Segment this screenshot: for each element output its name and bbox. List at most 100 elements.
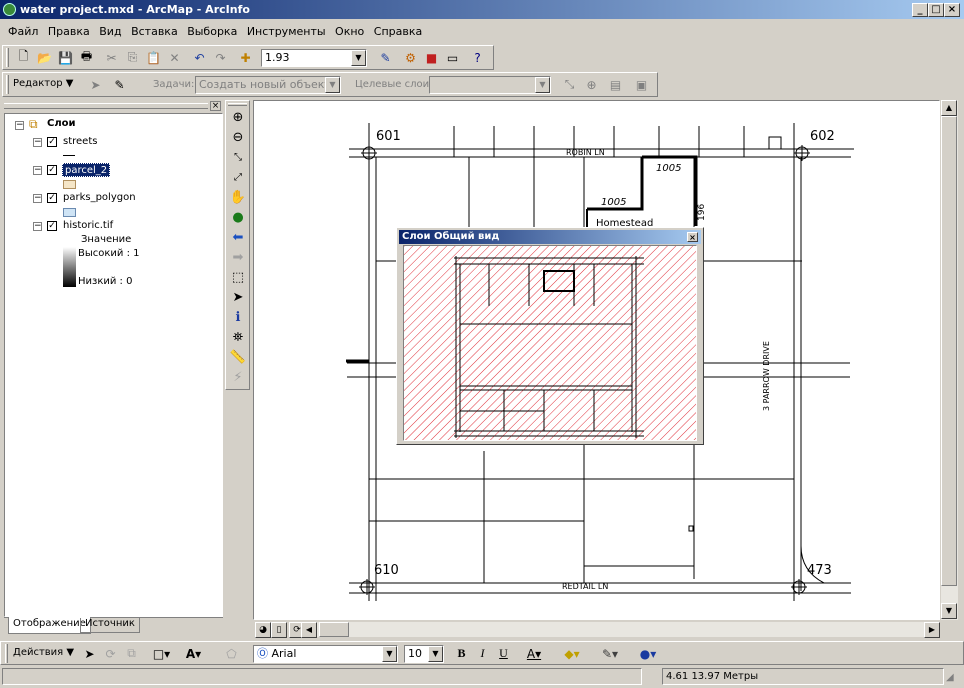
- line-symbol[interactable]: [63, 155, 75, 156]
- layer-checkbox-streets[interactable]: ✓: [47, 137, 57, 147]
- fill-color-icon[interactable]: ◆▾: [557, 643, 587, 664]
- close-icon[interactable]: ×: [687, 232, 698, 242]
- overview-map[interactable]: [403, 245, 697, 441]
- fixed-zoom-in-icon[interactable]: ⤡: [227, 147, 249, 167]
- map-horizontal-scrollbar[interactable]: ◀ ▶: [301, 622, 940, 638]
- zoom-selected-icon[interactable]: ⧉: [121, 643, 142, 664]
- select-elements-arrow-icon[interactable]: ➤: [227, 287, 249, 307]
- scroll-down-icon[interactable]: ▼: [941, 603, 957, 619]
- split-tool-icon[interactable]: ⤡: [559, 74, 580, 95]
- chevron-down-icon[interactable]: ▼: [351, 50, 366, 66]
- delete-icon[interactable]: ✕: [164, 47, 185, 68]
- actions-menu-button[interactable]: Действия ▼: [13, 647, 74, 658]
- marker-color-icon[interactable]: ●▾: [633, 643, 663, 664]
- forward-arrow-icon[interactable]: ➡: [227, 247, 249, 267]
- task-combo[interactable]: Создать новый объект ▼: [195, 76, 341, 94]
- data-view-icon[interactable]: ◕: [255, 622, 271, 638]
- menu-tools[interactable]: Инструменты: [247, 25, 326, 38]
- scroll-thumb[interactable]: [319, 622, 349, 637]
- menu-window[interactable]: Окно: [335, 25, 364, 38]
- toc-grip[interactable]: [4, 103, 208, 109]
- resize-grip-icon[interactable]: ◢: [946, 672, 960, 686]
- arccatalog-icon[interactable]: ⚙: [400, 47, 421, 68]
- font-size-combo[interactable]: 10 ▼: [404, 645, 444, 663]
- attributes-icon[interactable]: ▤: [605, 74, 626, 95]
- edit-vertices-icon[interactable]: ⬠: [221, 643, 242, 664]
- layer-name-streets[interactable]: streets: [63, 135, 97, 149]
- editor-menu-button[interactable]: Редактор ▼: [13, 78, 73, 89]
- pan-hand-icon[interactable]: ✋: [227, 187, 249, 207]
- italic-button[interactable]: I: [472, 643, 493, 664]
- maximize-button[interactable]: □: [928, 3, 944, 17]
- copy-icon[interactable]: ⎘: [122, 47, 143, 68]
- measure-ruler-icon[interactable]: 📏: [227, 347, 249, 367]
- identify-info-icon[interactable]: ℹ: [227, 307, 249, 327]
- arctoolbox-icon[interactable]: ■: [421, 47, 442, 68]
- collapse-icon[interactable]: −: [33, 138, 42, 147]
- collapse-icon[interactable]: −: [15, 121, 24, 130]
- scroll-right-icon[interactable]: ▶: [924, 622, 940, 638]
- toolbar-grip[interactable]: [228, 103, 247, 106]
- sketch-properties-icon[interactable]: ▣: [631, 74, 652, 95]
- select-features-icon[interactable]: ⬚: [227, 267, 249, 287]
- collapse-icon[interactable]: −: [33, 222, 42, 231]
- target-layer-combo[interactable]: ▼: [429, 76, 551, 94]
- zoom-in-icon[interactable]: ⊕: [227, 107, 249, 127]
- font-color-icon[interactable]: A▾: [519, 643, 549, 664]
- tab-display[interactable]: Отображение: [8, 617, 91, 634]
- toolbar-grip[interactable]: [6, 48, 9, 67]
- scroll-left-icon[interactable]: ◀: [301, 622, 317, 638]
- rectangle-tool-icon[interactable]: □▾: [151, 643, 172, 664]
- editor-toolbar-icon[interactable]: ✎: [375, 47, 396, 68]
- line-color-icon[interactable]: ✎▾: [595, 643, 625, 664]
- menu-selection[interactable]: Выборка: [187, 25, 237, 38]
- bold-button[interactable]: B: [451, 643, 472, 664]
- layer-checkbox-parcel[interactable]: ✓: [47, 165, 57, 175]
- tab-source[interactable]: Источник: [80, 618, 140, 633]
- undo-icon[interactable]: ↶: [189, 47, 210, 68]
- close-button[interactable]: ×: [944, 3, 960, 17]
- layer-name-parcel[interactable]: parcel_2: [62, 163, 111, 177]
- underline-button[interactable]: U: [493, 643, 514, 664]
- layer-name-historic[interactable]: historic.tif: [63, 219, 113, 233]
- new-doc-icon[interactable]: 🗋: [13, 47, 34, 68]
- scroll-thumb[interactable]: [941, 116, 957, 586]
- polygon-symbol[interactable]: [63, 208, 76, 217]
- find-binoculars-icon[interactable]: ⛯: [227, 327, 249, 347]
- collapse-icon[interactable]: −: [33, 194, 42, 203]
- layer-name-parks[interactable]: parks_polygon: [63, 191, 136, 205]
- whats-this-icon[interactable]: ?: [467, 47, 488, 68]
- zoom-out-icon[interactable]: ⊖: [227, 127, 249, 147]
- add-data-icon[interactable]: ✚: [235, 47, 256, 68]
- map-scale-combo[interactable]: 1.93 ▼: [261, 49, 367, 67]
- toolbar-grip[interactable]: [5, 644, 8, 663]
- map-vertical-scrollbar[interactable]: ▲ ▼: [941, 100, 958, 620]
- sketch-tool-icon[interactable]: ✎: [109, 74, 130, 95]
- scroll-up-icon[interactable]: ▲: [941, 100, 957, 116]
- full-extent-globe-icon[interactable]: ●: [227, 207, 249, 227]
- chevron-down-icon[interactable]: ▼: [382, 646, 397, 662]
- font-combo[interactable]: Ⓞ Arial ▼: [253, 645, 398, 663]
- redo-icon[interactable]: ↷: [210, 47, 231, 68]
- edit-tool-icon[interactable]: ➤: [85, 74, 106, 95]
- command-line-icon[interactable]: ▭: [442, 47, 463, 68]
- toc-close-icon[interactable]: ×: [210, 101, 221, 111]
- paste-icon[interactable]: 📋: [143, 47, 164, 68]
- hyperlink-lightning-icon[interactable]: ⚡: [227, 367, 249, 387]
- save-icon[interactable]: 💾: [55, 47, 76, 68]
- fixed-zoom-out-icon[interactable]: ⤢: [227, 167, 249, 187]
- overview-window[interactable]: Слои Общий вид ×: [396, 227, 704, 445]
- polygon-symbol[interactable]: [63, 180, 76, 189]
- open-icon[interactable]: 📂: [34, 47, 55, 68]
- toolbar-grip[interactable]: [6, 75, 9, 94]
- raster-gradient-symbol[interactable]: [63, 247, 76, 287]
- menu-edit[interactable]: Правка: [48, 25, 90, 38]
- back-arrow-icon[interactable]: ⬅: [227, 227, 249, 247]
- cut-icon[interactable]: ✂: [101, 47, 122, 68]
- overview-titlebar[interactable]: Слои Общий вид ×: [399, 230, 701, 244]
- minimize-button[interactable]: _: [912, 3, 928, 17]
- text-tool-icon[interactable]: A▾: [183, 643, 204, 664]
- menu-insert[interactable]: Вставка: [131, 25, 178, 38]
- chevron-down-icon[interactable]: ▼: [428, 646, 443, 662]
- layer-checkbox-historic[interactable]: ✓: [47, 221, 57, 231]
